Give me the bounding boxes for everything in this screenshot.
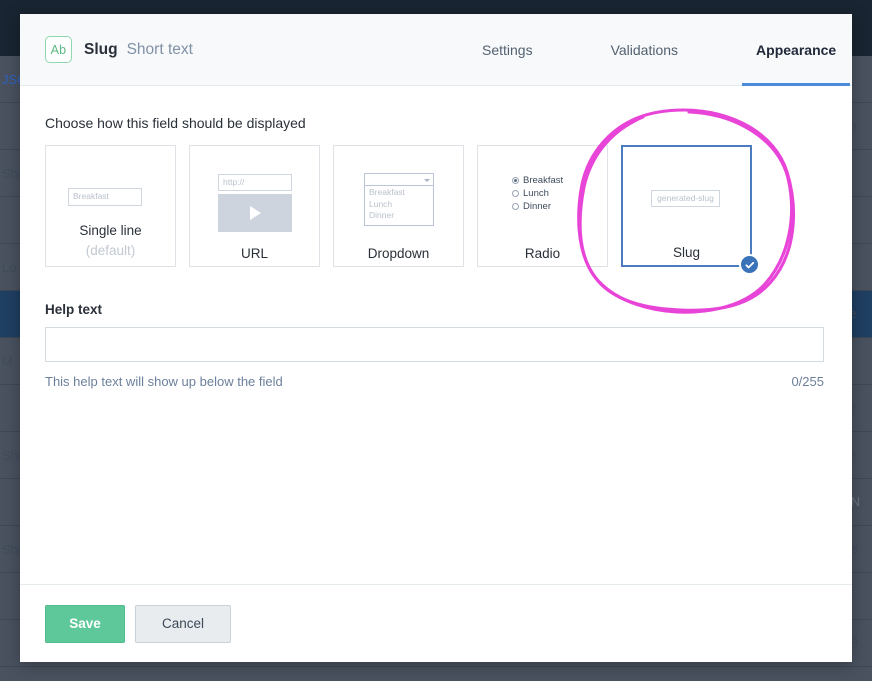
option-label: Radio	[524, 246, 561, 261]
single-line-preview: Breakfast	[46, 146, 175, 223]
option-label: Single line	[79, 223, 142, 238]
preview-placeholder: generated-slug	[651, 190, 720, 207]
selected-check-icon	[739, 254, 760, 275]
preview-option: Lunch	[369, 198, 393, 209]
radio-selected-icon	[512, 177, 519, 184]
preview-placeholder: Breakfast	[68, 188, 142, 206]
preview-option: Breakfast	[523, 175, 564, 186]
preview-radio-row: Lunch	[512, 187, 607, 200]
tab-label: Validations	[610, 41, 679, 58]
preview-select	[364, 173, 434, 186]
option-label: Slug	[672, 245, 701, 260]
modal-tabs: Settings Validations Appearance	[468, 14, 851, 86]
radio-icon	[512, 190, 519, 197]
page-title: Slug	[84, 40, 118, 58]
help-text-section: Help text This help text will show up be…	[45, 302, 827, 389]
appearance-option-url[interactable]: http:// URL	[189, 145, 320, 267]
option-label: URL	[240, 246, 268, 261]
modal-header: Ab Slug Short text Settings Validations …	[20, 14, 852, 86]
chevron-down-icon	[424, 179, 430, 182]
appearance-option-dropdown[interactable]: Breakfast Lunch Dinner Dropdown	[333, 145, 464, 267]
cancel-button[interactable]: Cancel	[135, 604, 231, 643]
option-sublabel: (default)	[85, 243, 136, 258]
modal-body: Choose how this field should be displaye…	[20, 86, 852, 584]
appearance-option-single-line[interactable]: Breakfast Single line (default)	[45, 145, 176, 267]
option-label: Dropdown	[367, 246, 430, 261]
preview-option-list: Breakfast Lunch Dinner	[364, 186, 434, 226]
tab-label: Settings	[482, 41, 533, 58]
help-text-meta: This help text will show up below the fi…	[45, 374, 824, 389]
tab-appearance[interactable]: Appearance	[742, 14, 851, 86]
type-badge-label: Ab	[50, 42, 67, 57]
video-thumbnail	[218, 194, 292, 232]
slug-preview: generated-slug	[623, 147, 750, 245]
modal-footer: Save Cancel	[20, 584, 852, 662]
tab-validations[interactable]: Validations	[597, 14, 692, 85]
appearance-option-slug[interactable]: generated-slug Slug	[621, 145, 760, 275]
preview-option: Dinner	[369, 210, 395, 220]
preview-radio-row: Dinner	[512, 200, 607, 213]
text-type-icon: Ab	[45, 36, 72, 63]
preview-radio-row: Breakfast	[512, 174, 607, 187]
preview-option: Dinner	[523, 201, 551, 212]
field-settings-modal: Ab Slug Short text Settings Validations …	[20, 14, 852, 662]
preview-placeholder: http://	[218, 174, 292, 191]
appearance-options: Breakfast Single line (default) http:// …	[45, 145, 827, 275]
help-text-label: Help text	[45, 302, 103, 317]
url-preview: http://	[190, 146, 319, 246]
radio-icon	[512, 203, 519, 210]
help-text-input[interactable]	[45, 327, 824, 362]
field-type-label: Short text	[126, 40, 193, 58]
save-button[interactable]: Save	[45, 604, 125, 643]
dropdown-preview: Breakfast Lunch Dinner	[334, 146, 463, 246]
preview-option: Lunch	[523, 188, 549, 199]
radio-preview: Breakfast Lunch Dinner	[478, 146, 607, 246]
tab-settings[interactable]: Settings	[468, 14, 547, 85]
character-counter: 0/255	[791, 374, 824, 389]
appearance-option-radio[interactable]: Breakfast Lunch Dinner Radio	[477, 145, 608, 267]
help-text-hint: This help text will show up below the fi…	[45, 374, 283, 389]
preview-option: Breakfast	[369, 187, 405, 197]
section-label: Choose how this field should be displaye…	[45, 115, 306, 131]
tab-label: Appearance	[756, 41, 837, 58]
play-icon	[249, 206, 261, 220]
